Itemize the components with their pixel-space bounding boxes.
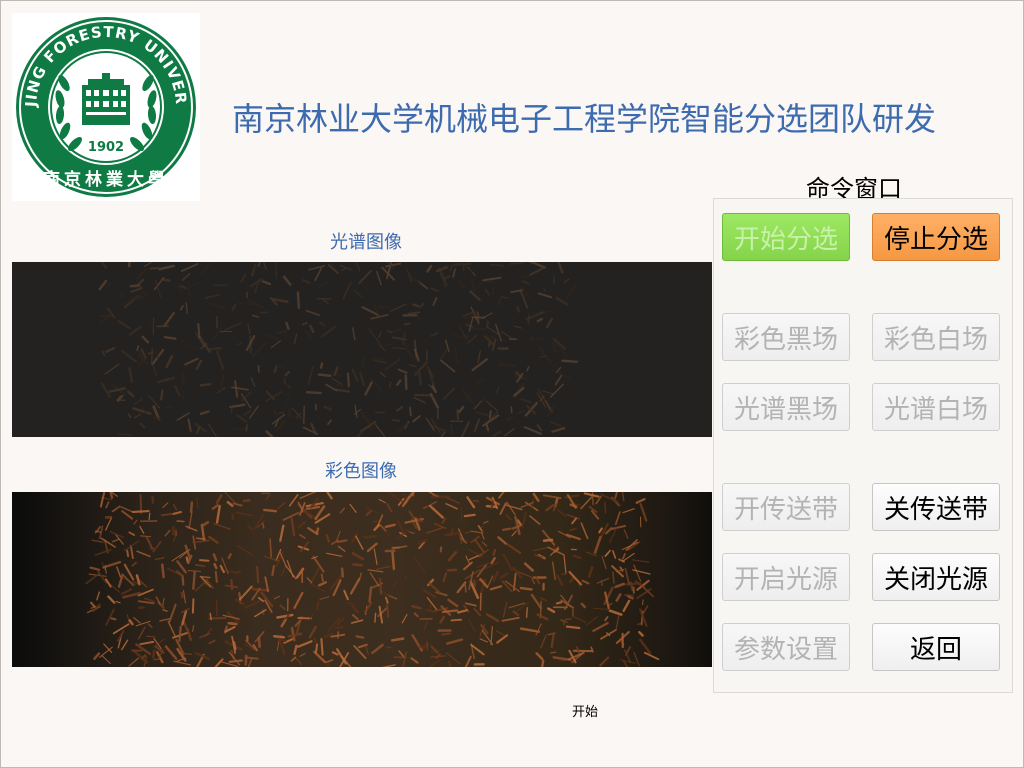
color-image-label: 彩色图像 [325,461,397,482]
light-off-button[interactable]: 关闭光源 [872,553,1000,601]
logo-emblem: NANJING FORESTRY UNIVERSITY 南京林業大學 [12,13,196,197]
svg-text:1902: 1902 [88,140,124,155]
spectral-image-view [12,262,712,437]
color-white-field-button[interactable]: 彩色白场 [872,313,1000,361]
light-on-button[interactable]: 开启光源 [722,553,850,601]
stop-sorting-button[interactable]: 停止分选 [872,213,1000,261]
status-text: 开始 [572,705,599,720]
spectral-white-field-button[interactable]: 光谱白场 [872,383,1000,431]
command-panel [713,198,1013,693]
parameter-settings-button[interactable]: 参数设置 [722,623,850,671]
spectral-image-label: 光谱图像 [330,232,402,253]
spectral-black-field-button[interactable]: 光谱黑场 [722,383,850,431]
start-sorting-button[interactable]: 开始分选 [722,213,850,261]
back-button[interactable]: 返回 [872,623,1000,671]
conveyor-off-button[interactable]: 关传送带 [872,483,1000,531]
svg-text:南京林業大學: 南京林業大學 [43,169,169,190]
conveyor-on-button[interactable]: 开传送带 [722,483,850,531]
app-title: 南京林业大学机械电子工程学院智能分选团队研发 [232,100,937,138]
university-logo: NANJING FORESTRY UNIVERSITY 南京林業大學 [12,13,200,201]
color-image-view [12,492,712,667]
color-black-field-button[interactable]: 彩色黑场 [722,313,850,361]
